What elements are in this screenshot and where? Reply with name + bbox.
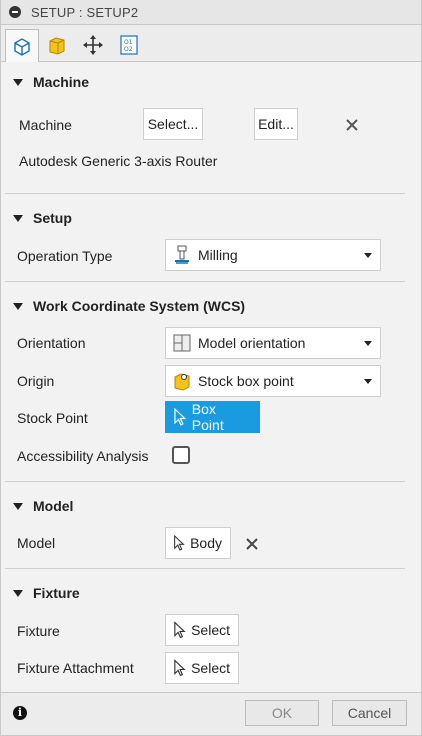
box-point-button[interactable]: Box Point <box>165 401 260 433</box>
tab-post-process[interactable] <box>77 29 109 61</box>
model-body-button[interactable]: Body <box>165 527 231 559</box>
origin-label: Origin <box>17 373 55 389</box>
section-setup-header[interactable]: Setup <box>13 210 72 226</box>
section-machine-header[interactable]: Machine <box>13 74 89 90</box>
cube-outline-icon <box>14 38 30 56</box>
cursor-arrow-icon <box>174 408 187 426</box>
collapse-triangle-icon <box>13 302 23 310</box>
cancel-button[interactable]: Cancel <box>332 700 407 726</box>
collapse-icon[interactable] <box>9 6 21 18</box>
stock-point-label: Stock Point <box>17 410 88 426</box>
yellow-cube-icon <box>49 37 65 55</box>
collapse-triangle-icon <box>13 589 23 597</box>
model-orientation-icon <box>173 334 191 352</box>
operation-type-value: Milling <box>198 247 238 263</box>
origin-dropdown[interactable]: Stock box point <box>165 365 381 397</box>
section-model-header[interactable]: Model <box>13 498 73 514</box>
machine-select-button[interactable]: Select... <box>143 108 203 140</box>
model-label: Model <box>17 535 56 551</box>
collapse-triangle-icon <box>13 214 23 222</box>
machine-edit-button[interactable]: Edit... <box>254 108 298 140</box>
tab-setup[interactable] <box>5 29 39 63</box>
collapse-triangle-icon <box>13 78 23 86</box>
orientation-dropdown[interactable]: Model orientation <box>165 327 381 359</box>
machine-label: Machine <box>19 117 72 133</box>
move-arrows-icon <box>83 35 103 55</box>
operation-type-dropdown[interactable]: Milling <box>165 239 381 271</box>
dialog-title: SETUP : SETUP2 <box>31 4 139 20</box>
svg-text:O1: O1 <box>124 39 133 46</box>
fixture-label: Fixture <box>17 623 60 639</box>
chevron-down-icon <box>364 253 372 258</box>
orientation-label: Orientation <box>17 335 86 351</box>
setup-panel: Machine Machine Select... Edit... Autode… <box>0 62 422 692</box>
accessibility-analysis-checkbox[interactable] <box>172 446 190 464</box>
o1-o2-icon: O1 O2 <box>120 35 138 55</box>
dialog-footer: i OK Cancel <box>0 692 422 736</box>
collapse-triangle-icon <box>13 502 23 510</box>
clear-machine-icon[interactable] <box>345 118 359 132</box>
tab-program[interactable]: O1 O2 <box>113 29 145 61</box>
accessibility-analysis-label: Accessibility Analysis <box>17 448 149 464</box>
section-fixture-header[interactable]: Fixture <box>13 585 80 601</box>
chevron-down-icon <box>364 379 372 384</box>
svg-text:O2: O2 <box>124 46 133 53</box>
milling-tool-icon <box>175 245 189 264</box>
tab-bar: O1 O2 <box>0 25 422 63</box>
orientation-value: Model orientation <box>198 335 306 351</box>
cursor-arrow-icon <box>174 534 185 551</box>
cursor-arrow-icon <box>174 659 186 677</box>
machine-name: Autodesk Generic 3-axis Router <box>19 153 218 169</box>
info-icon[interactable]: i <box>13 706 27 720</box>
section-divider <box>5 281 405 282</box>
chevron-down-icon <box>364 341 372 346</box>
section-wcs-header[interactable]: Work Coordinate System (WCS) <box>13 298 245 314</box>
section-divider <box>5 193 405 194</box>
operation-type-label: Operation Type <box>17 248 113 264</box>
stock-box-point-icon <box>174 373 190 391</box>
section-divider <box>5 481 405 482</box>
origin-value: Stock box point <box>198 373 294 389</box>
ok-button[interactable]: OK <box>245 700 319 726</box>
cursor-arrow-icon <box>174 621 186 639</box>
clear-model-icon[interactable] <box>245 537 259 551</box>
dialog-title-bar: SETUP : SETUP2 <box>0 0 422 25</box>
fixture-attachment-select-button[interactable]: Select <box>165 652 239 684</box>
section-divider <box>5 568 405 569</box>
fixture-select-button[interactable]: Select <box>165 614 239 646</box>
fixture-attachment-label: Fixture Attachment <box>17 660 134 676</box>
tab-stock[interactable] <box>41 29 73 61</box>
